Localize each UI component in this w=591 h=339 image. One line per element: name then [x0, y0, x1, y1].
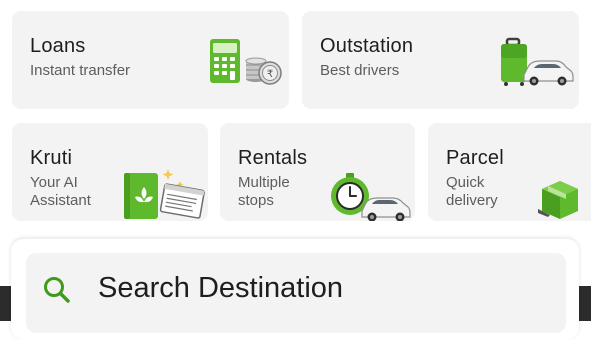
bottom-sheet: Search Destination: [11, 239, 579, 339]
luggage-car-icon: [501, 37, 574, 86]
outstation-title: Outstation: [320, 35, 414, 57]
parcel-card[interactable]: Parcel Quick delivery: [428, 123, 591, 221]
rentals-card[interactable]: Rentals Multiple stops: [220, 123, 415, 221]
parcel-subtitle: Quick delivery: [446, 174, 498, 209]
stopwatch-car-icon: [331, 173, 411, 221]
svg-text:₹: ₹: [267, 69, 273, 80]
loans-subtitle: Instant transfer: [30, 62, 131, 79]
parcel-title: Parcel: [446, 147, 504, 169]
rentals-title: Rentals: [238, 147, 308, 169]
search-destination-label: Search Destination: [98, 272, 344, 304]
kruti-subtitle: Your AI Assistant: [30, 174, 91, 209]
rentals-subtitle: Multiple stops: [238, 174, 290, 209]
parcel-box-icon: [538, 181, 578, 219]
calculator-coins-icon: ₹: [210, 39, 282, 85]
loans-card[interactable]: Loans Instant transfer ₹: [12, 11, 289, 109]
loans-title: Loans: [30, 35, 86, 57]
ai-notebook-icon: [124, 169, 205, 219]
outstation-card[interactable]: Outstation Best drivers: [302, 11, 579, 109]
kruti-card[interactable]: Kruti Your AI Assistant: [12, 123, 208, 221]
search-destination-bar[interactable]: Search Destination: [26, 253, 566, 333]
outstation-subtitle: Best drivers: [320, 62, 400, 79]
search-icon: [44, 277, 70, 303]
kruti-title: Kruti: [30, 147, 73, 169]
